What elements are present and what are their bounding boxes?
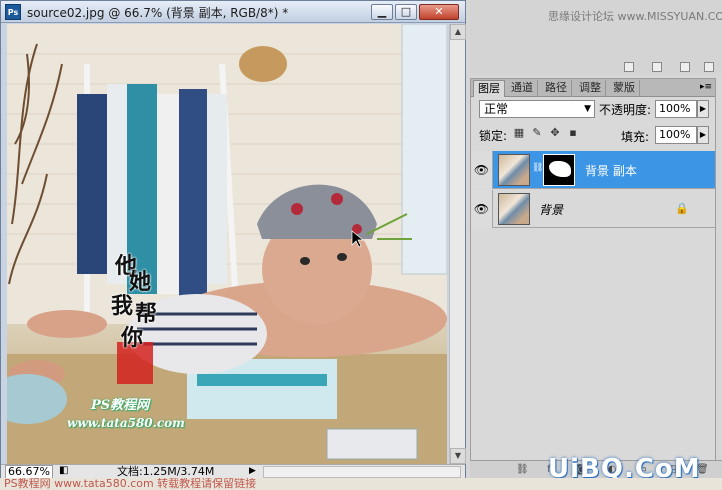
maximize-button[interactable]: □ — [395, 4, 417, 20]
chevron-down-icon: ▼ — [584, 104, 591, 114]
status-menu-arrow-icon[interactable]: ▶ — [249, 466, 256, 476]
close-icon: ✕ — [434, 5, 444, 18]
fill-label: 填充: — [621, 130, 650, 144]
zoom-field[interactable]: 66.67% — [5, 465, 53, 479]
lock-position-move-icon[interactable]: ✥ — [549, 127, 561, 139]
image-canvas[interactable]: 他 她 我 帮 你 PS教程网 www.tata580.com — [7, 24, 447, 464]
fill-input[interactable]: 100% — [655, 126, 697, 144]
scroll-down-icon[interactable]: ▼ — [450, 448, 466, 464]
photoshop-icon: Ps — [5, 4, 21, 20]
fill-arrow-icon[interactable]: ▶ — [697, 126, 709, 144]
scroll-up-icon[interactable]: ▲ — [450, 24, 466, 40]
tab-masks[interactable]: 蒙版 — [609, 80, 640, 97]
panel-tabs: 图层 通道 路径 调整 蒙版 ▸≡ — [471, 79, 715, 97]
tab-channels[interactable]: 通道 — [507, 80, 538, 97]
panel-mini-icon[interactable] — [652, 62, 662, 72]
blend-mode-select[interactable]: 正常 ▼ — [479, 100, 595, 118]
tab-layers[interactable]: 图层 — [473, 80, 505, 97]
layer-name[interactable]: 背景 副本 — [585, 162, 637, 179]
eye-icon[interactable]: 👁 — [471, 151, 493, 189]
layers-panel: 图层 通道 路径 调整 蒙版 ▸≡ 正常 ▼ 不透明度: 100% ▶ 锁定: … — [470, 78, 716, 478]
opacity-input[interactable]: 100% — [655, 100, 697, 118]
panel-mini-icon[interactable] — [680, 62, 690, 72]
document-titlebar[interactable]: Ps source02.jpg @ 66.7% (背景 副本, RGB/8*) … — [1, 1, 465, 23]
minimize-button[interactable]: ▁ — [371, 4, 393, 20]
calligraphy-char: 她 — [129, 269, 152, 295]
link-icon[interactable]: ⛓ — [532, 163, 543, 177]
site-watermark: 思缘设计论坛 www.MISSYUAN.COM — [548, 10, 722, 23]
tab-adjustments[interactable]: 调整 — [575, 80, 606, 97]
watermark-ps: PS教程网 — [91, 398, 150, 413]
document-title: source02.jpg @ 66.7% (背景 副本, RGB/8*) * — [27, 6, 289, 20]
eye-icon[interactable]: 👁 — [471, 190, 493, 228]
layer-thumbnail[interactable] — [498, 193, 530, 225]
calligraphy-watermark: 他 她 我 帮 你 — [111, 254, 158, 351]
calligraphy-char: 帮 — [135, 301, 158, 327]
horizontal-scrollbar[interactable] — [263, 466, 461, 478]
opacity-arrow-icon[interactable]: ▶ — [697, 100, 709, 118]
panel-mini-icon[interactable] — [704, 62, 714, 72]
lock-transparent-icon[interactable]: ▦ — [513, 127, 525, 139]
panel-menu-icon[interactable]: ▸≡ — [699, 81, 713, 93]
blend-mode-value: 正常 — [484, 102, 509, 116]
layer-row-background[interactable]: 👁 背景 🔒 — [471, 190, 715, 228]
lock-all-icon[interactable]: ▪ — [567, 127, 579, 139]
calligraphy-char: 你 — [121, 325, 144, 351]
layer-row-background-copy[interactable]: 👁 ⛓ 背景 副本 — [471, 151, 715, 189]
panel-mini-icon[interactable] — [624, 62, 634, 72]
vertical-scrollbar[interactable]: ▲ ▼ — [449, 24, 466, 464]
maximize-icon: □ — [400, 5, 412, 18]
photo-content — [7, 24, 447, 464]
layer-thumbnail[interactable] — [498, 154, 530, 186]
layer-mask-thumbnail[interactable] — [543, 154, 575, 186]
link-layers-icon[interactable]: ⛓ — [516, 464, 529, 476]
status-bar: 66.67% ◧ 文档:1.25M/3.74M ▶ — [1, 464, 465, 479]
minimize-icon: ▁ — [377, 5, 387, 18]
watermark-site: www.tata580.com — [67, 416, 185, 430]
lock-icon: 🔒 — [675, 202, 689, 215]
opacity-label: 不透明度: — [599, 103, 652, 117]
layer-name[interactable]: 背景 — [539, 201, 563, 218]
status-icon: ◧ — [59, 465, 69, 476]
lock-pixels-brush-icon[interactable]: ✎ — [531, 127, 543, 139]
document-info: 文档:1.25M/3.74M — [117, 465, 215, 478]
bottom-watermark: PS教程网 www.tata580.com 转载教程请保留链接 — [0, 478, 722, 490]
tab-paths[interactable]: 路径 — [541, 80, 572, 97]
document-window: Ps source02.jpg @ 66.7% (背景 副本, RGB/8*) … — [0, 0, 466, 479]
lock-label: 锁定: — [479, 129, 508, 143]
close-button[interactable]: ✕ — [419, 4, 459, 20]
